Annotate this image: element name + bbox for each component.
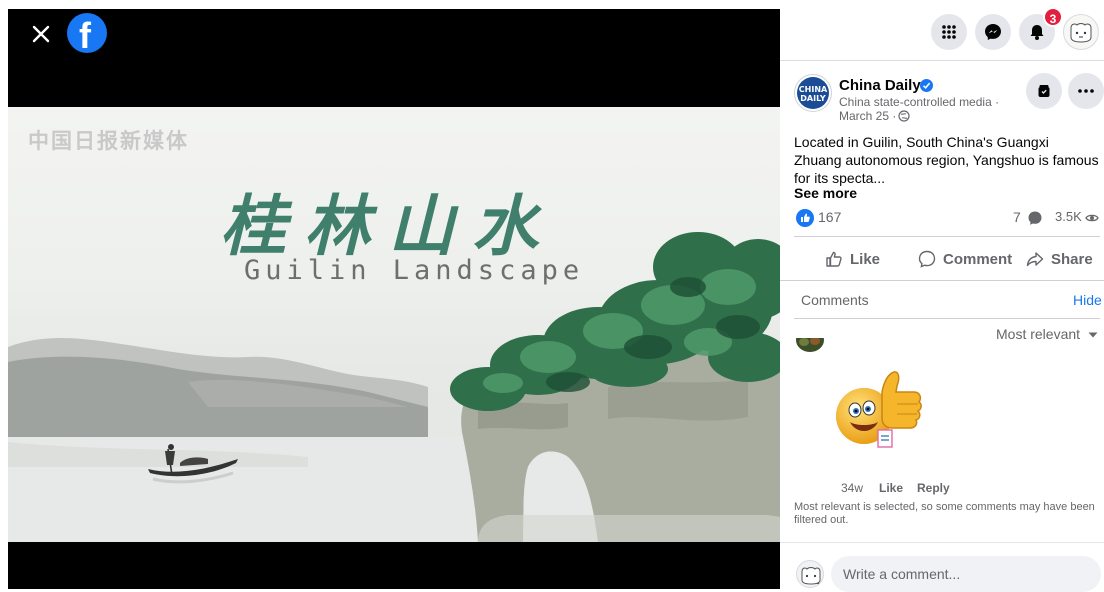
- share-button-label: Share: [1051, 250, 1093, 268]
- see-more-link[interactable]: See more: [794, 185, 857, 201]
- page-avatar[interactable]: CHINA DAILY: [794, 74, 832, 112]
- video-watermark: 中国日报新媒体: [28, 128, 189, 153]
- comment-input[interactable]: [831, 556, 1101, 592]
- view-count: 3.5K: [1055, 209, 1082, 224]
- comment-count[interactable]: 7: [1013, 209, 1021, 225]
- caret-down-icon[interactable]: [1088, 332, 1098, 338]
- comments-divider: [794, 318, 1100, 319]
- notification-badge: 3: [1043, 7, 1063, 27]
- more-options-icon[interactable]: [1068, 73, 1104, 109]
- share-icon: [1026, 252, 1044, 267]
- thumbs-up-icon: [826, 251, 842, 267]
- save-post-button[interactable]: [1026, 73, 1062, 109]
- close-icon[interactable]: [28, 21, 54, 47]
- like-reaction-icon[interactable]: [796, 209, 814, 227]
- hide-comments-link[interactable]: Hide: [1073, 292, 1102, 308]
- actions-divider: [780, 280, 1104, 281]
- stats-divider: [794, 236, 1100, 237]
- post-timestamp[interactable]: March 25 ·: [839, 109, 896, 123]
- like-count[interactable]: 167: [818, 209, 841, 225]
- comment-composer[interactable]: [831, 556, 1101, 592]
- share-button[interactable]: Share: [1025, 244, 1093, 274]
- eye-icon: [1085, 214, 1099, 222]
- comments-heading: Comments: [801, 292, 869, 308]
- header-divider: [780, 60, 1104, 61]
- comment-button[interactable]: Comment: [917, 244, 1012, 274]
- page-name[interactable]: China Daily: [839, 77, 921, 94]
- page-label[interactable]: China state-controlled media ·: [839, 95, 999, 109]
- verified-badge-icon: [920, 79, 933, 92]
- comment-icon: [918, 250, 936, 268]
- thumbs-up-smiley-sticker[interactable]: [834, 364, 930, 456]
- comment-reply-button[interactable]: Reply: [917, 481, 950, 495]
- video-frame[interactable]: 中国日报新媒体 桂林山水 Guilin Landscape: [8, 107, 780, 542]
- current-user-avatar[interactable]: [796, 560, 824, 588]
- video-title-english: Guilin Landscape: [244, 255, 585, 286]
- profile-avatar[interactable]: [1063, 14, 1099, 50]
- post-panel: 3 CHINA DAILY China Daily China state-co…: [780, 0, 1104, 592]
- comment-bubble-icon: [1028, 211, 1042, 225]
- video-viewer[interactable]: f 中国日报新媒体 桂林山水 Guilin Landscape: [8, 9, 780, 589]
- comment-timestamp[interactable]: 34w: [841, 481, 863, 495]
- messenger-icon[interactable]: [975, 14, 1011, 50]
- menu-grid-icon[interactable]: [931, 14, 967, 50]
- facebook-logo-icon[interactable]: f: [67, 13, 107, 56]
- like-button-label: Like: [850, 250, 881, 268]
- post-text: Located in Guilin, South China's Guangxi…: [794, 134, 1099, 186]
- composer-divider: [780, 542, 1104, 543]
- comment-sort-dropdown[interactable]: Most relevant: [996, 326, 1080, 342]
- comment-button-label: Comment: [943, 250, 1013, 268]
- like-button[interactable]: Like: [824, 244, 880, 274]
- filter-notice: Most relevant is selected, so some comme…: [794, 501, 1095, 526]
- commenter-avatar[interactable]: [795, 338, 825, 354]
- globe-icon: [898, 110, 910, 122]
- comment-like-button[interactable]: Like: [879, 481, 903, 495]
